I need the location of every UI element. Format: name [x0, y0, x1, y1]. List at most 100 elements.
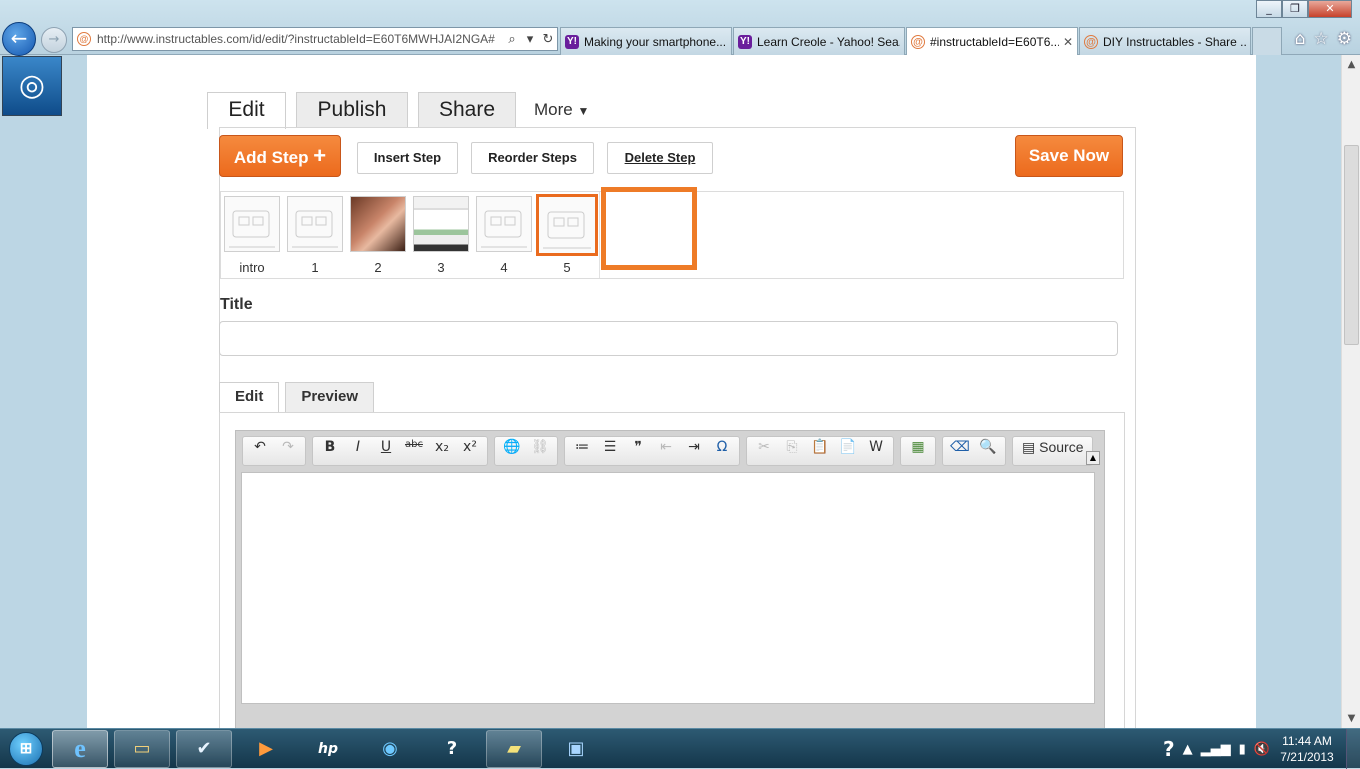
tab-title: #instructableId=E60T6...	[930, 34, 1059, 49]
outdent-icon[interactable]: ⇤	[652, 439, 680, 463]
step-thumbnail-5-selected[interactable]	[536, 194, 598, 256]
undo-icon[interactable]: ↶	[246, 439, 274, 463]
find-icon[interactable]: 🔍	[974, 439, 1002, 463]
forward-button[interactable]: →	[41, 27, 67, 53]
editor-tabs: Edit Publish Share More ▼	[207, 91, 589, 129]
paste-word-icon[interactable]: W	[862, 439, 890, 463]
reorder-steps-button[interactable]: Reorder Steps	[471, 142, 594, 174]
superscript-icon[interactable]: x²	[456, 439, 484, 463]
help-tray-icon[interactable]: ?	[1163, 737, 1175, 761]
copy-icon[interactable]: ⎘	[778, 439, 806, 463]
tab-preview[interactable]: Preview	[285, 382, 375, 412]
browser-tab[interactable]: Y! Learn Creole - Yahoo! Sea...	[733, 27, 905, 55]
tab-share[interactable]: Share	[418, 92, 516, 128]
indent-icon[interactable]: ⇥	[680, 439, 708, 463]
source-button[interactable]: ▤ Source	[1016, 439, 1089, 463]
start-button[interactable]: ⊞	[0, 729, 52, 769]
strikethrough-icon[interactable]: abc	[400, 439, 428, 463]
address-bar[interactable]: @ http://www.instructables.com/id/edit/?…	[72, 27, 558, 51]
link-icon[interactable]: 🌐	[498, 439, 526, 463]
system-clock[interactable]: 11:44 AM 7/21/2013	[1274, 733, 1340, 765]
numbered-list-icon[interactable]: ≔	[568, 439, 596, 463]
favorites-star-icon[interactable]: ☆	[1314, 29, 1329, 49]
unlink-icon[interactable]: ⛓	[526, 439, 554, 463]
show-hidden-icons-icon[interactable]: ▲	[1183, 742, 1193, 757]
photo-viewer-taskbar-icon[interactable]: ▣	[548, 730, 604, 768]
scroll-up-icon[interactable]: ▲	[1342, 55, 1360, 74]
search-icon[interactable]: ⌕	[503, 32, 521, 47]
page-scrollbar[interactable]: ▲ ▼	[1341, 55, 1360, 728]
browser-tools: ⌂ ☆ ⚙	[1295, 29, 1352, 49]
new-step-drop-placeholder[interactable]	[601, 187, 697, 270]
delete-step-button[interactable]: Delete Step	[607, 142, 713, 174]
browser-tab-active[interactable]: @ #instructableId=E60T6... ✕	[906, 27, 1078, 55]
dropdown-arrow-icon[interactable]: ▾	[521, 32, 539, 47]
step-thumbnail-3[interactable]	[413, 196, 469, 252]
underline-icon[interactable]: U	[372, 439, 400, 463]
step-thumbnail-intro[interactable]	[224, 196, 280, 252]
step-thumbnail-2[interactable]	[350, 196, 406, 252]
bulleted-list-icon[interactable]: ☰	[596, 439, 624, 463]
fingerprint-app-icon[interactable]: ◎	[2, 56, 62, 116]
tab-title: DIY Instructables - Share ...	[1103, 34, 1246, 49]
media-player-taskbar-icon[interactable]: ▶	[238, 730, 294, 768]
add-step-label: Add Step	[233, 148, 309, 167]
browser-tab[interactable]: Y! Making your smartphone...	[560, 27, 732, 55]
collapse-toolbar-icon[interactable]: ▲	[1086, 451, 1100, 465]
plus-icon: +	[313, 143, 327, 168]
tools-group: ⌫ 🔍	[942, 436, 1006, 466]
network-signal-icon[interactable]: ▂▄▆	[1201, 742, 1231, 757]
tab-publish[interactable]: Publish	[296, 92, 408, 128]
volume-muted-icon[interactable]: 🔇	[1254, 742, 1270, 757]
add-step-button[interactable]: Add Step +	[219, 135, 341, 177]
editor-content-area[interactable]	[241, 472, 1095, 704]
tab-edit[interactable]: Edit	[207, 92, 286, 129]
italic-icon[interactable]: I	[344, 439, 372, 463]
checkmark-app-taskbar-icon[interactable]: ✔	[176, 729, 232, 768]
paste-text-icon[interactable]: 📄	[834, 439, 862, 463]
home-icon[interactable]: ⌂	[1295, 29, 1306, 49]
insert-step-button[interactable]: Insert Step	[357, 142, 458, 174]
hp-taskbar-icon[interactable]: hp	[300, 730, 356, 768]
eraser-icon[interactable]: ⌫	[946, 439, 974, 463]
close-window-button[interactable]: ✕	[1308, 0, 1352, 18]
internet-explorer-taskbar-icon[interactable]: e	[52, 729, 108, 768]
globe-taskbar-icon[interactable]: ◉	[362, 730, 418, 768]
tab-title: Making your smartphone...	[584, 34, 727, 49]
more-menu[interactable]: More ▼	[534, 93, 589, 128]
browser-tab[interactable]: @ DIY Instructables - Share ...	[1079, 27, 1251, 55]
scroll-down-icon[interactable]: ▼	[1342, 709, 1360, 728]
show-desktop-button[interactable]	[1346, 729, 1360, 769]
tab-edit-content[interactable]: Edit	[219, 382, 280, 413]
close-tab-icon[interactable]: ✕	[1063, 35, 1073, 49]
restore-button[interactable]: ❐	[1282, 0, 1308, 18]
paragraph-group: ≔ ☰ ❞ ⇤ ⇥ Ω	[564, 436, 740, 466]
refresh-icon[interactable]: ↻	[539, 32, 557, 47]
step-thumbnail-1[interactable]	[287, 196, 343, 252]
file-explorer-taskbar-icon[interactable]: ▭	[114, 729, 170, 768]
save-now-button[interactable]: Save Now	[1015, 135, 1123, 177]
cut-icon[interactable]: ✂	[750, 439, 778, 463]
minimize-button[interactable]: _	[1256, 0, 1282, 18]
bold-icon[interactable]: B	[316, 439, 344, 463]
instructables-favicon-icon: @	[911, 34, 925, 49]
step-label: 4	[500, 260, 508, 275]
subscript-icon[interactable]: x₂	[428, 439, 456, 463]
special-char-icon[interactable]: Ω	[708, 439, 736, 463]
title-input[interactable]	[219, 321, 1118, 356]
yahoo-favicon-icon: Y!	[565, 34, 579, 49]
redo-icon[interactable]: ↷	[274, 439, 302, 463]
title-label: Title	[220, 296, 253, 313]
paste-icon[interactable]: 📋	[806, 439, 834, 463]
image-icon[interactable]: ▦	[904, 439, 932, 463]
scrollbar-thumb[interactable]	[1344, 145, 1359, 345]
url-text[interactable]: http://www.instructables.com/id/edit/?in…	[97, 32, 503, 46]
blockquote-icon[interactable]: ❞	[624, 439, 652, 463]
step-thumbnail-4[interactable]	[476, 196, 532, 252]
tools-gear-icon[interactable]: ⚙	[1337, 29, 1352, 49]
help-taskbar-icon[interactable]: ?	[424, 730, 480, 768]
sticky-notes-taskbar-icon[interactable]: ▰	[486, 729, 542, 768]
back-button[interactable]: ←	[2, 22, 36, 56]
new-tab-button[interactable]	[1252, 27, 1282, 55]
power-icon[interactable]: ▮	[1239, 742, 1246, 757]
